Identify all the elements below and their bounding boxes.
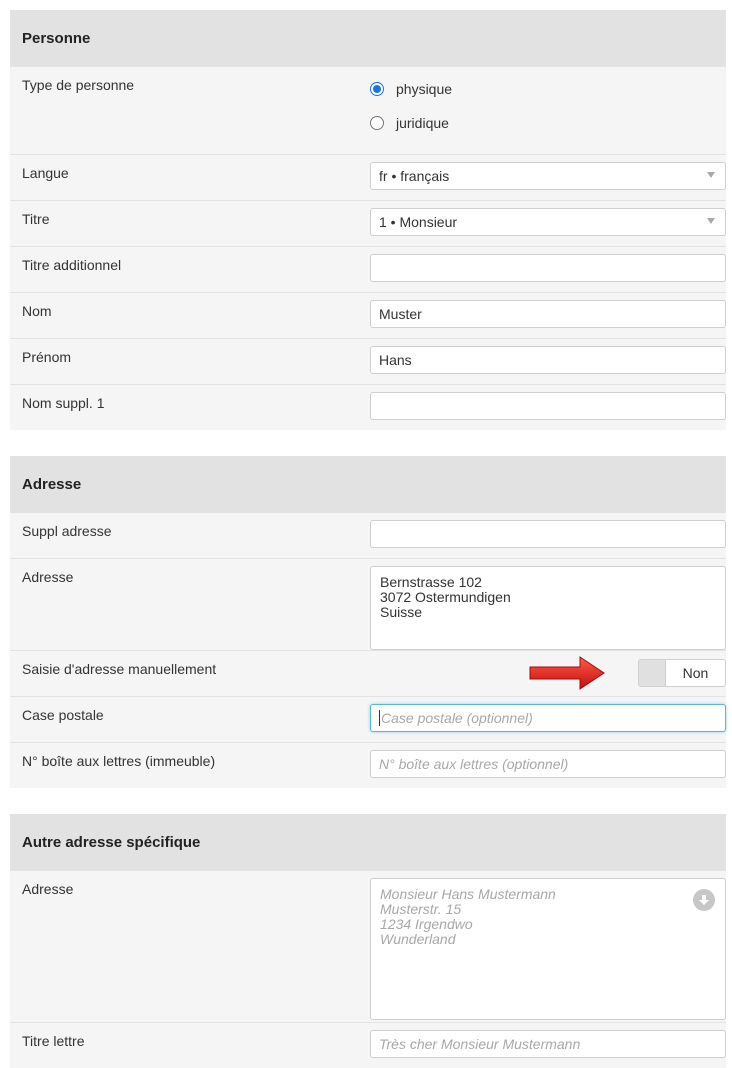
langue-value: fr • français xyxy=(379,168,450,184)
row-nom: Nom Muster xyxy=(10,292,726,338)
type-personne-radios: physique juridique xyxy=(358,67,726,145)
placeholder-line: Wunderland xyxy=(380,931,456,947)
saisie-manuelle-label: Saisie d'adresse manuellement xyxy=(22,661,217,677)
suppl-adresse-input[interactable] xyxy=(370,520,726,548)
adresse-line: 3072 Ostermundigen xyxy=(380,589,511,605)
nom-label: Nom xyxy=(22,303,52,319)
autre-adresse-textarea[interactable]: Monsieur Hans Mustermann Musterstr. 15 1… xyxy=(370,878,726,1020)
row-saisie-manuelle: Saisie d'adresse manuellement Non xyxy=(10,650,726,696)
titre-select[interactable]: 1 • Monsieur xyxy=(370,208,726,236)
row-prenom: Prénom Hans xyxy=(10,338,726,384)
row-suppl-adresse: Suppl adresse xyxy=(10,512,726,558)
row-titre-lettre: Titre lettre Très cher Monsieur Musterma… xyxy=(10,1022,726,1068)
adresse-label: Adresse xyxy=(22,569,74,585)
section-personne: Personne Type de personne physique jurid… xyxy=(10,10,726,430)
placeholder-line: Musterstr. 15 xyxy=(380,901,462,917)
adresse-line: Suisse xyxy=(380,604,423,620)
case-postale-label: Case postale xyxy=(22,707,104,723)
placeholder-line: Monsieur Hans Mustermann xyxy=(380,886,556,902)
down-arrow-circle-icon[interactable] xyxy=(693,889,715,911)
titre-lettre-placeholder: Très cher Monsieur Mustermann xyxy=(379,1036,581,1052)
langue-label: Langue xyxy=(22,165,69,181)
section-header-autre-adresse: Autre adresse spécifique xyxy=(10,814,726,870)
row-type-personne: Type de personne physique juridique xyxy=(10,66,726,154)
case-postale-placeholder: Case postale (optionnel) xyxy=(381,710,533,726)
titre-label: Titre xyxy=(22,211,50,227)
nom-suppl-input[interactable] xyxy=(370,392,726,420)
boite-lettres-input[interactable]: N° boîte aux lettres (optionnel) xyxy=(370,750,726,778)
section-autre-adresse: Autre adresse spécifique Adresse Monsieu… xyxy=(10,814,726,1068)
titre-lettre-label: Titre lettre xyxy=(22,1033,85,1049)
nom-suppl-label: Nom suppl. 1 xyxy=(22,395,105,411)
radio-physique-label[interactable]: physique xyxy=(396,81,452,97)
type-personne-label: Type de personne xyxy=(22,77,135,93)
caret-down-icon xyxy=(707,172,715,178)
radio-option-juridique[interactable]: juridique xyxy=(370,111,726,135)
case-postale-input[interactable]: Case postale (optionnel) xyxy=(370,704,726,732)
suppl-adresse-label: Suppl adresse xyxy=(22,523,112,539)
form-page: Personne Type de personne physique jurid… xyxy=(0,0,732,1068)
row-nom-suppl: Nom suppl. 1 xyxy=(10,384,726,430)
row-adresse: Adresse Bernstrasse 102 3072 Ostermundig… xyxy=(10,558,726,650)
caret-down-icon xyxy=(707,218,715,224)
section-header-adresse: Adresse xyxy=(10,456,726,512)
row-autre-adresse: Adresse Monsieur Hans Mustermann Musters… xyxy=(10,870,726,1022)
titre-additionnel-label: Titre additionnel xyxy=(22,257,122,273)
autre-adresse-label: Adresse xyxy=(22,881,74,897)
radio-option-physique[interactable]: physique xyxy=(370,77,726,101)
prenom-input[interactable]: Hans xyxy=(370,346,726,374)
boite-lettres-label: N° boîte aux lettres (immeuble) xyxy=(22,753,216,769)
radio-juridique-icon[interactable] xyxy=(370,116,384,130)
section-header-personne: Personne xyxy=(10,10,726,66)
text-cursor xyxy=(379,710,380,726)
titre-additionnel-input[interactable] xyxy=(370,254,726,282)
toggle-knob[interactable] xyxy=(639,660,666,686)
red-arrow-icon xyxy=(529,656,605,690)
autre-adresse-placeholder: Monsieur Hans Mustermann Musterstr. 15 1… xyxy=(380,887,716,947)
adresse-textarea[interactable]: Bernstrasse 102 3072 Ostermundigen Suiss… xyxy=(370,566,726,650)
saisie-manuelle-toggle[interactable]: Non xyxy=(638,659,726,687)
placeholder-line: 1234 Irgendwo xyxy=(380,916,473,932)
prenom-label: Prénom xyxy=(22,349,72,365)
row-langue: Langue fr • français xyxy=(10,154,726,200)
titre-lettre-input[interactable]: Très cher Monsieur Mustermann xyxy=(370,1030,726,1058)
row-boite-lettres: N° boîte aux lettres (immeuble) N° boîte… xyxy=(10,742,726,788)
radio-juridique-label[interactable]: juridique xyxy=(396,115,449,131)
adresse-line: Bernstrasse 102 xyxy=(380,574,482,590)
nom-input[interactable]: Muster xyxy=(370,300,726,328)
toggle-value: Non xyxy=(682,665,709,681)
row-titre: Titre 1 • Monsieur xyxy=(10,200,726,246)
langue-select[interactable]: fr • français xyxy=(370,162,726,190)
row-case-postale: Case postale Case postale (optionnel) xyxy=(10,696,726,742)
radio-physique-icon[interactable] xyxy=(370,82,384,96)
row-titre-additionnel: Titre additionnel xyxy=(10,246,726,292)
boite-lettres-placeholder: N° boîte aux lettres (optionnel) xyxy=(379,756,569,772)
section-adresse: Adresse Suppl adresse Adresse Bernstrass… xyxy=(10,456,726,788)
titre-value: 1 • Monsieur xyxy=(379,214,458,230)
